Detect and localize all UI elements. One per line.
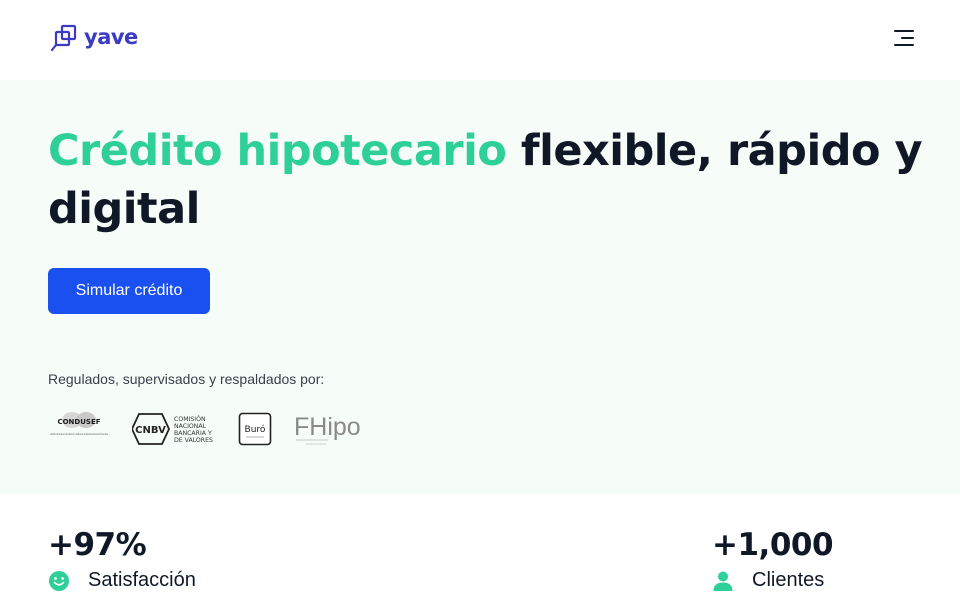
hamburger-menu-icon[interactable]	[890, 28, 914, 48]
stat-clients: +1,000 Clientes	[712, 527, 834, 592]
fhipo-logo-text: FHipo	[294, 413, 361, 441]
stat-value: +97%	[48, 527, 147, 563]
cnbv-name-line-4: DE VALORES	[174, 437, 213, 444]
condusef-logo-text: CONDUSEF	[57, 418, 100, 426]
cnbv-logo: CNBV COMISIÓN NACIONAL BANCARIA Y DE VAL…	[132, 412, 216, 446]
regulator-logos: CONDUSEF Comisión Nacional para la Prote…	[48, 408, 386, 450]
regulated-by-label: Regulados, supervisados y respaldados po…	[48, 371, 325, 387]
smiley-icon	[49, 570, 69, 591]
cnbv-name-line-2: NACIONAL	[174, 423, 207, 430]
buro-logo: Buró	[238, 412, 272, 446]
stat-label: Satisfacción	[88, 569, 196, 591]
brand-logo[interactable]: yave	[50, 22, 138, 52]
top-navigation-bar: yave	[0, 0, 960, 80]
stat-value: +1,000	[712, 527, 834, 563]
hero-headline: Crédito hipotecario flexible, rápido y d…	[48, 122, 928, 238]
simulate-credit-button[interactable]: Simular crédito	[48, 268, 210, 314]
stat-label: Clientes	[752, 569, 825, 591]
condusef-logo-subtext: Comisión Nacional para la Protección y D…	[50, 432, 108, 436]
cnbv-logo-mark: CNBV	[135, 425, 166, 436]
buro-logo-text: Buró	[245, 424, 266, 435]
cnbv-name-line-1: COMISIÓN	[174, 414, 206, 423]
fhipo-logo: FHipo	[294, 411, 364, 447]
stat-satisfaction: +97% Satisfacción	[48, 527, 196, 592]
brand-name: yave	[84, 25, 138, 49]
yave-logo-icon	[50, 24, 77, 52]
cnbv-name-line-3: BANCARIA Y	[174, 430, 212, 437]
condusef-logo: CONDUSEF Comisión Nacional para la Prote…	[48, 411, 110, 447]
headline-accent: Crédito hipotecario	[48, 126, 507, 176]
user-icon	[713, 571, 733, 591]
